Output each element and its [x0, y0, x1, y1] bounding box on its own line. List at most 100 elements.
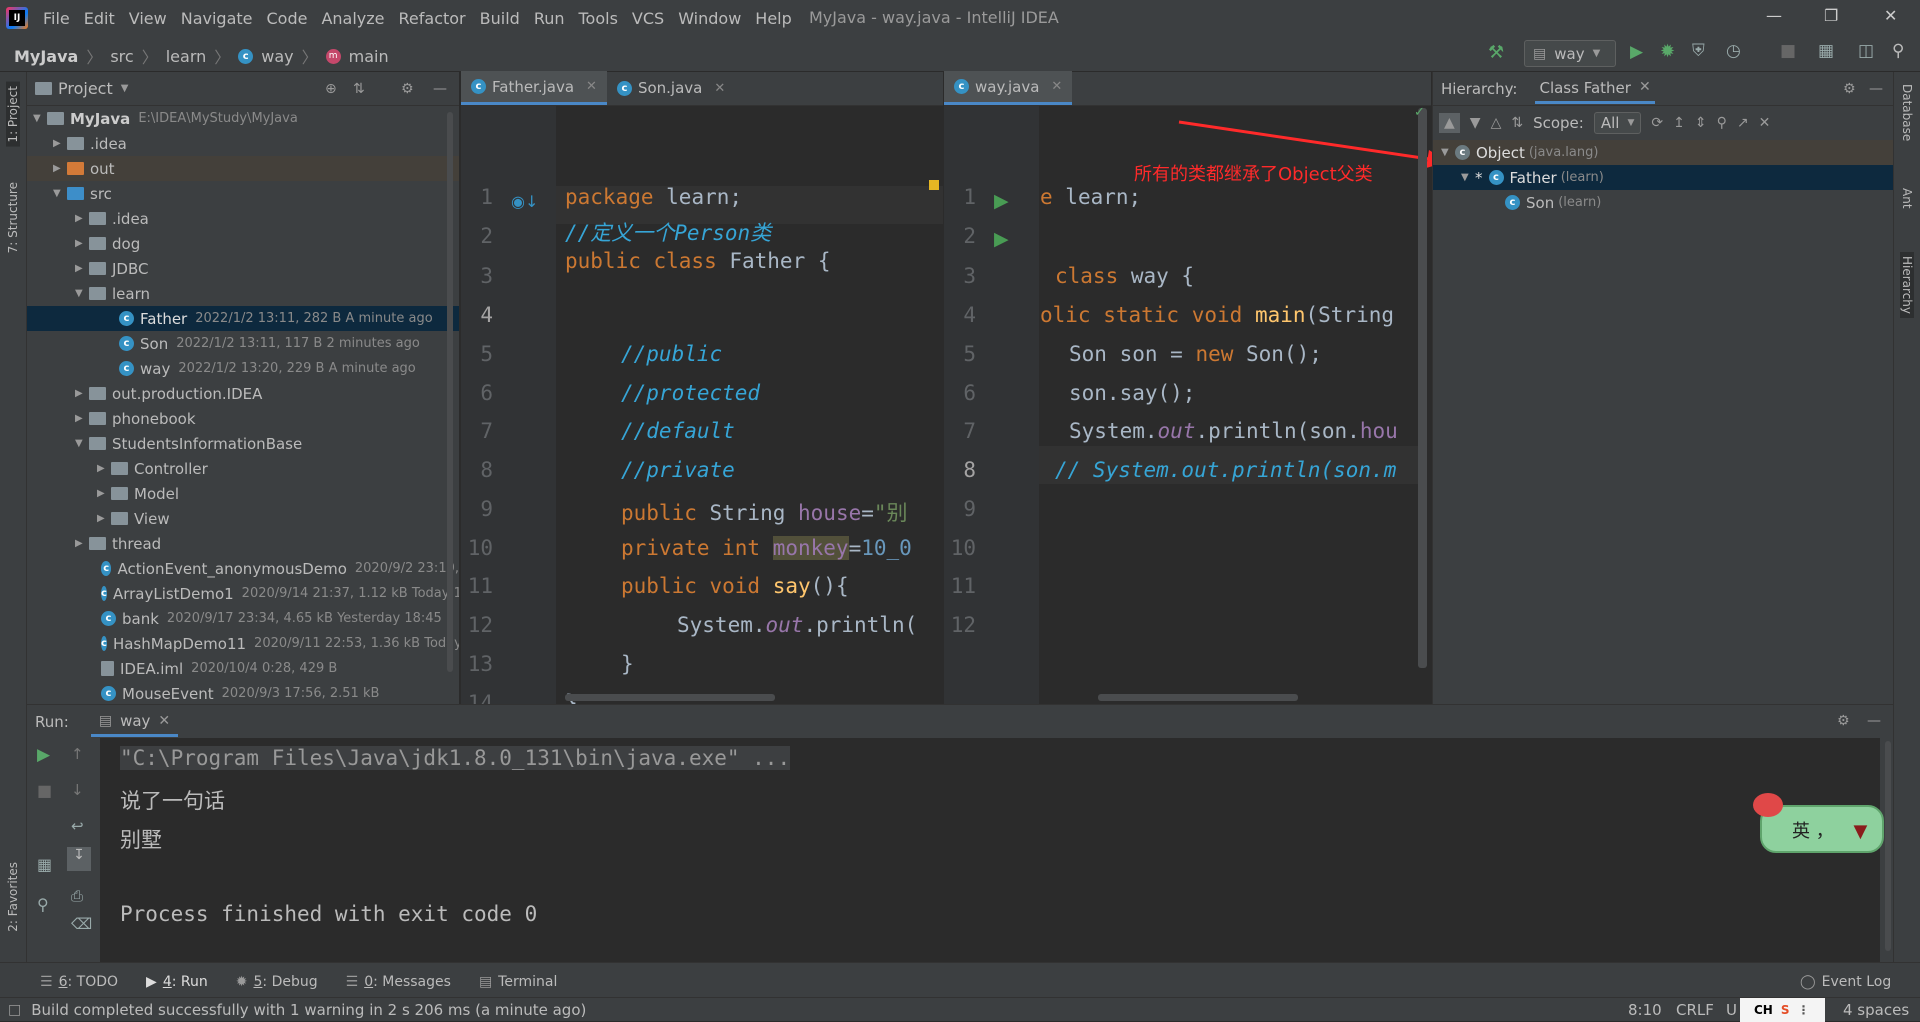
close-tab-icon[interactable]: ✕	[586, 79, 597, 94]
warning-marker-icon[interactable]	[929, 180, 939, 190]
sort-icon[interactable]: ⇅	[1511, 115, 1523, 131]
console-scrollbar[interactable]	[1885, 741, 1891, 951]
down-icon[interactable]: ↓	[71, 781, 84, 799]
supertypes-icon[interactable]: ▲	[1439, 113, 1460, 133]
run-main-icon[interactable]: ▶	[994, 228, 1009, 250]
collapse-all-icon[interactable]: ⇅	[353, 81, 365, 97]
menu-navigate[interactable]: Navigate	[174, 9, 260, 28]
hierarchy-tool-button[interactable]: Hierarchy	[1900, 252, 1914, 319]
soft-wrap-icon[interactable]: ↩	[71, 817, 84, 835]
print-icon[interactable]: ⎙	[71, 887, 83, 905]
project-title[interactable]: Project	[58, 79, 113, 98]
indent-setting[interactable]: 4 spaces	[1843, 1001, 1909, 1019]
close-tab-icon[interactable]: ✕	[158, 713, 170, 729]
tree-item-view[interactable]: ▶ View	[27, 506, 459, 531]
scope-select[interactable]: All ▼	[1593, 112, 1642, 134]
structure-tool-button[interactable]: 7: Structure	[6, 182, 20, 253]
caret-position[interactable]: 8:10	[1628, 1001, 1662, 1019]
breadcrumb-project[interactable]: MyJava	[14, 47, 78, 66]
gear-icon[interactable]: ⚙	[401, 81, 414, 97]
tree-item-controller[interactable]: ▶ Controller	[27, 456, 459, 481]
menu-help[interactable]: Help	[748, 9, 798, 28]
restore-icon[interactable]: ❐	[1824, 6, 1838, 25]
close-icon[interactable]: ✕	[1759, 115, 1771, 131]
project-tool-button[interactable]: 1: Project	[6, 82, 20, 147]
tree-item-bank[interactable]: c bank 2020/9/17 23:34, 4.65 kB Yesterday …	[27, 606, 459, 631]
minimize-icon[interactable]: —	[1766, 6, 1782, 25]
gear-icon[interactable]: ⚙	[1837, 713, 1850, 729]
event-log-button[interactable]: ◯ Event Log	[1800, 974, 1891, 990]
run-class-icon[interactable]: ▶	[994, 190, 1009, 212]
tree-item-idea-iml[interactable]: IDEA.iml 2020/10/4 0:28, 429 B	[27, 656, 459, 681]
breadcrumb-main[interactable]: main	[349, 47, 389, 66]
pin-icon[interactable]: ⚲	[37, 895, 49, 914]
run-config-select[interactable]: ▤ way ▼	[1524, 40, 1616, 67]
encoding[interactable]: U	[1726, 1001, 1737, 1019]
overridden-method-icon[interactable]: ◉↓	[511, 192, 538, 211]
console-output[interactable]: "C:\Program Files\Java\jdk1.8.0_131\bin\…	[100, 738, 1880, 963]
pin-icon[interactable]: ⚲	[1717, 115, 1727, 131]
coverage-icon[interactable]: ⛨	[1692, 41, 1705, 61]
tree-scrollbar[interactable]	[447, 112, 453, 672]
tab-way-java[interactable]: c way.java ✕	[944, 71, 1073, 105]
tray-ime[interactable]: CH S ⋮	[1740, 998, 1825, 1022]
run-tool-button[interactable]: ▶ 4: Run	[146, 974, 208, 990]
tree-item-phonebook[interactable]: ▶ phonebook	[27, 406, 459, 431]
database-tool-button[interactable]: Database	[1900, 84, 1914, 141]
menu-tools[interactable]: Tools	[572, 9, 625, 28]
status-square-icon[interactable]: □	[8, 1002, 21, 1018]
export-icon[interactable]: ↥	[1673, 115, 1685, 131]
tree-item-arraylistdemo[interactable]: c ArrayListDemo1 2020/9/14 21:37, 1.12 kB …	[27, 581, 459, 606]
messages-tool-button[interactable]: ☰ 0: Messages	[346, 974, 451, 990]
project-structure-icon[interactable]: ▦	[1818, 41, 1834, 61]
menu-build[interactable]: Build	[473, 9, 527, 28]
tree-item-son[interactable]: c Son 2022/1/2 13:11, 117 B 2 minutes ago	[27, 331, 459, 356]
up-icon[interactable]: ↑	[71, 745, 84, 763]
tree-item-mouseevent[interactable]: c MouseEvent 2020/9/3 17:56, 2.51 kB	[27, 681, 459, 706]
tree-item-src[interactable]: ▼ src	[27, 181, 459, 206]
hide-icon[interactable]: —	[1869, 81, 1883, 97]
stop-icon[interactable]: ■	[1780, 41, 1796, 61]
locate-icon[interactable]: ⊕	[325, 81, 337, 97]
breadcrumb-learn[interactable]: learn	[166, 47, 207, 66]
build-hammer-icon[interactable]: ⚒	[1488, 42, 1504, 63]
vertical-scrollbar[interactable]	[1418, 108, 1427, 668]
hide-icon[interactable]: —	[433, 81, 447, 97]
close-window-icon[interactable]: ✕	[1884, 6, 1897, 25]
close-tab-icon[interactable]: ✕	[1639, 79, 1651, 97]
profile-icon[interactable]: ◷	[1726, 41, 1741, 61]
debug-icon[interactable]: ✹	[1660, 41, 1675, 62]
tree-item-out[interactable]: ▶ out	[27, 156, 459, 181]
tree-item-hashmapdemo[interactable]: c HashMapDemo11 2020/9/11 22:53, 1.36 kB T…	[27, 631, 459, 656]
hierarchy-node-father[interactable]: ▼ * c Father (learn)	[1433, 165, 1893, 190]
breadcrumb-way[interactable]: way	[261, 47, 293, 66]
menu-run[interactable]: Run	[527, 9, 572, 28]
expand-icon[interactable]: ⇕	[1695, 115, 1707, 131]
line-separator[interactable]: CRLF	[1676, 1001, 1714, 1019]
close-tab-icon[interactable]: ✕	[714, 81, 725, 96]
stop-icon[interactable]: ■	[37, 781, 52, 800]
menu-view[interactable]: View	[122, 9, 174, 28]
tree-item-src-idea[interactable]: ▶ .idea	[27, 206, 459, 231]
tree-item-dog[interactable]: ▶ dog	[27, 231, 459, 256]
breadcrumb-src[interactable]: src	[110, 47, 133, 66]
tree-item-idea[interactable]: ▶ .idea	[27, 131, 459, 156]
tree-item-learn[interactable]: ▼ learn	[27, 281, 459, 306]
layout-icon[interactable]: ◫	[1858, 41, 1874, 61]
tree-item-way[interactable]: c way 2022/1/2 13:20, 229 B A minute ago	[27, 356, 459, 381]
hide-icon[interactable]: —	[1867, 713, 1881, 729]
tree-item-root[interactable]: ▼ MyJava E:\IDEA\MyStudy\MyJava	[27, 106, 459, 131]
class-hierarchy-icon[interactable]: △	[1491, 115, 1502, 131]
tree-item-studentsinformationbase[interactable]: ▼ StudentsInformationBase	[27, 431, 459, 456]
tree-item-model[interactable]: ▶ Model	[27, 481, 459, 506]
menu-refactor[interactable]: Refactor	[392, 9, 473, 28]
tree-item-jdbc[interactable]: ▶ JDBC	[27, 256, 459, 281]
trash-icon[interactable]: ⌫	[71, 915, 92, 933]
horizontal-scrollbar[interactable]	[1098, 694, 1298, 701]
rerun-icon[interactable]: ▶	[37, 745, 50, 765]
hierarchy-node-son[interactable]: c Son (learn)	[1433, 190, 1893, 215]
tree-item-father[interactable]: c Father 2022/1/2 13:11, 282 B A minute ag…	[27, 306, 459, 331]
debug-tool-button[interactable]: ✹ 5: Debug	[236, 974, 318, 990]
status-message[interactable]: Build completed successfully with 1 warn…	[31, 1001, 586, 1019]
tab-father-java[interactable]: c Father.java ✕	[461, 71, 607, 105]
